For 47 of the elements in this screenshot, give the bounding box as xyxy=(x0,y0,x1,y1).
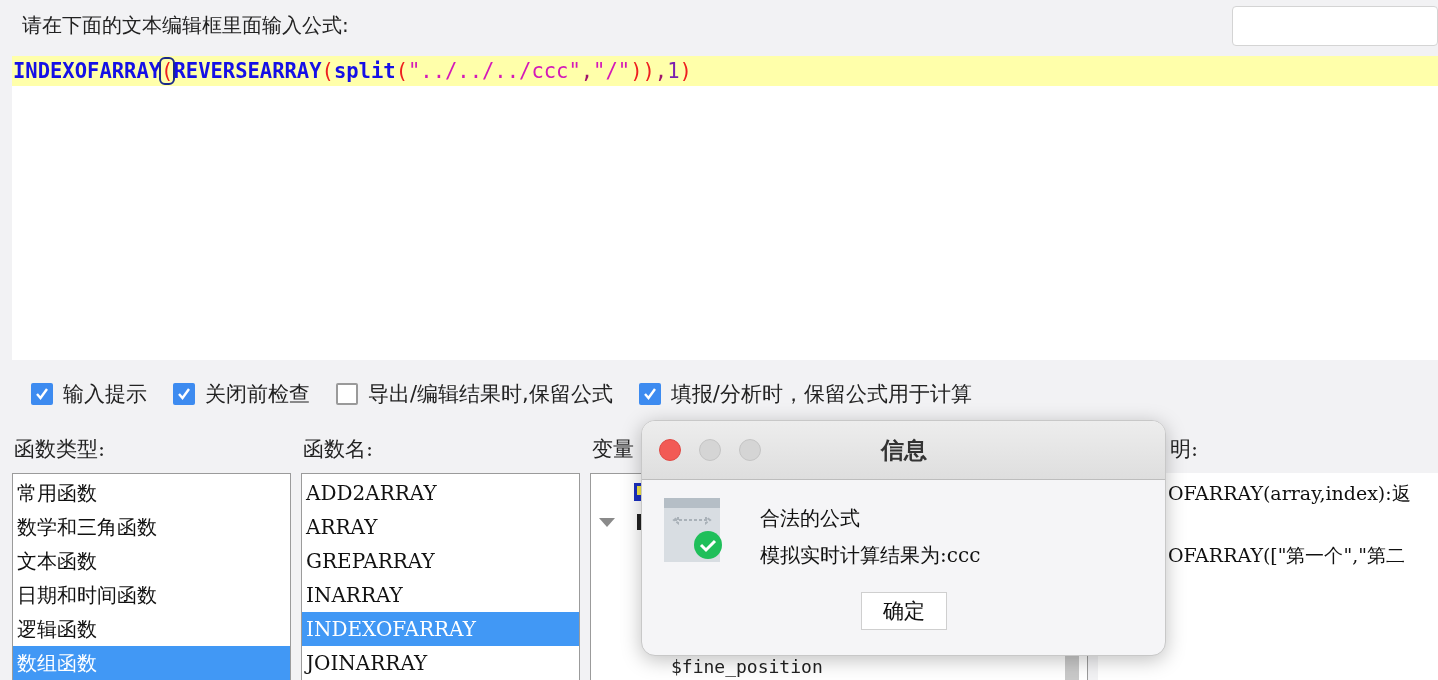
list-item[interactable]: JOINARRAY xyxy=(302,646,579,680)
prompt-label: 请在下面的文本编辑框里面输入公式: xyxy=(22,11,349,39)
matched-bracket: ( xyxy=(161,59,174,83)
panel-label: 变量 xyxy=(591,436,634,463)
checkbox-label: 导出/编辑结果时,保留公式 xyxy=(368,380,613,408)
checkbox[interactable] xyxy=(336,382,358,405)
list-item[interactable]: 逻辑函数 xyxy=(13,612,290,646)
dialog-title: 信息 xyxy=(879,435,928,465)
description-text: OFARRAY(["第一个","第二 xyxy=(1168,543,1407,568)
dialog-message: 模拟实时计算结果为:ccc xyxy=(760,542,981,569)
code-token: ( xyxy=(395,59,408,83)
list-item[interactable]: GREPARRAY xyxy=(302,544,579,578)
dialog-message: 合法的公式 xyxy=(760,505,861,532)
list-item[interactable]: 文本函数 xyxy=(13,544,290,578)
code-token: ) xyxy=(679,59,692,83)
close-button[interactable] xyxy=(659,439,681,461)
checkbox-label: 填报/分析时，保留公式用于计算 xyxy=(670,380,972,408)
panel-label: 明: xyxy=(1169,436,1199,463)
input-field[interactable] xyxy=(1232,6,1438,46)
function-type-list[interactable]: 常用函数 数学和三角函数 文本函数 日期和时间函数 逻辑函数 数组函数 xyxy=(12,473,291,680)
checkbox[interactable] xyxy=(173,382,195,405)
code-token: ( xyxy=(321,59,334,83)
panel-label: 函数名: xyxy=(302,436,374,463)
expand-triangle-icon[interactable] xyxy=(599,518,615,528)
checkbox-label: 输入提示 xyxy=(63,380,147,408)
list-item[interactable]: 数学和三角函数 xyxy=(13,510,290,544)
code-token: , xyxy=(580,59,594,83)
function-name-list[interactable]: ADD2ARRAY ARRAY GREPARRAY INARRAY INDEXOFARRAY JOINARRAY xyxy=(301,473,580,680)
list-item[interactable]: 常用函数 xyxy=(13,476,290,510)
code-token: "../../../ccc" xyxy=(407,59,581,83)
code-token: , xyxy=(654,59,668,83)
ok-button[interactable]: 确定 xyxy=(860,592,947,630)
list-item[interactable]: ADD2ARRAY xyxy=(302,476,579,510)
panel-label: 函数类型: xyxy=(13,436,106,463)
code-token: 1 xyxy=(667,59,680,83)
list-item[interactable]: INARRAY xyxy=(302,578,579,612)
checkbox[interactable] xyxy=(31,382,53,405)
valid-formula-icon xyxy=(664,498,722,564)
variable-item[interactable]: $fine_position xyxy=(671,657,823,677)
code-token: split xyxy=(333,59,396,83)
checkbox-label: 关闭前检查 xyxy=(205,380,310,408)
code-token: "/" xyxy=(593,59,631,83)
list-item[interactable]: 日期和时间函数 xyxy=(13,578,290,612)
checkbox[interactable] xyxy=(638,382,661,405)
code-token: )) xyxy=(630,59,655,83)
list-item[interactable]: ARRAY xyxy=(302,510,579,544)
description-text: OFARRAY(array,index):返 xyxy=(1168,481,1412,506)
